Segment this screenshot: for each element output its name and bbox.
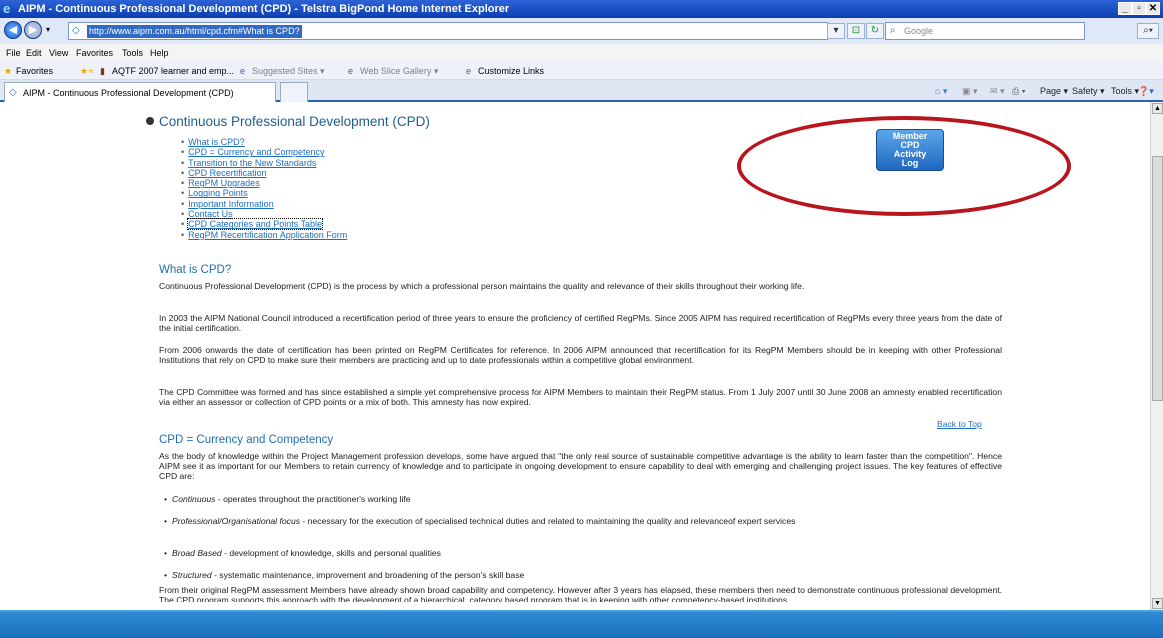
web-slice-icon: e: [348, 66, 354, 76]
list-item: Broad Based - development of knowledge, …: [164, 548, 1002, 558]
toc-item: RegPM Recertification Application Form: [188, 230, 347, 240]
title-bullet-icon: [146, 117, 154, 125]
toc-item: RegPM Upgrades: [188, 178, 347, 188]
browser-window: e AIPM - Continuous Professional Develop…: [0, 0, 1163, 638]
close-button[interactable]: ✕: [1146, 2, 1160, 15]
favorites-star-icon: ★: [4, 66, 13, 76]
help-icon[interactable]: ❓▾: [1138, 86, 1154, 97]
mail-icon[interactable]: ✉ ▾: [990, 86, 1005, 97]
address-bar[interactable]: ◇ http://www.aipm.com.au/html/cpd.cfm#Wh…: [68, 22, 828, 40]
highlight-ellipse: [737, 116, 1071, 216]
favorites-button[interactable]: Favorites: [16, 66, 53, 76]
favorite-aqtf[interactable]: AQTF 2007 learner and emp...: [112, 66, 234, 76]
back-to-top-link[interactable]: Back to Top: [937, 419, 982, 429]
add-favorite-icon[interactable]: ★+: [80, 66, 93, 77]
paragraph: From their original RegPM assessment Mem…: [159, 585, 1002, 602]
toc-item: CPD Categories and Points Table: [187, 218, 347, 231]
toc-link-currency[interactable]: CPD = Currency and Competency: [188, 147, 324, 157]
tools-menu[interactable]: Tools ▾: [1111, 86, 1139, 97]
paragraph: The CPD Committee was formed and has sin…: [159, 387, 1002, 407]
section-heading-currency: CPD = Currency and Competency: [159, 434, 334, 446]
favorite-customize-links[interactable]: Customize Links: [478, 66, 544, 76]
toc-link-recertification[interactable]: CPD Recertification: [188, 168, 267, 178]
scroll-up-arrow[interactable]: ▲: [1152, 103, 1163, 114]
scroll-down-arrow[interactable]: ▼: [1152, 598, 1163, 609]
scroll-thumb[interactable]: [1152, 156, 1163, 401]
refresh-button[interactable]: ↻: [866, 23, 884, 39]
safety-menu[interactable]: Safety ▾: [1072, 86, 1105, 97]
section-heading-what-is-cpd: What is CPD?: [159, 264, 232, 276]
toc-item: Transition to the New Standards: [188, 158, 347, 168]
list-item: Professional/Organisational focus - nece…: [164, 516, 1002, 526]
list-item: Structured - systematic maintenance, imp…: [164, 570, 1002, 580]
paragraph: From 2006 onwards the date of certificat…: [159, 345, 1002, 365]
toc-link-application-form[interactable]: RegPM Recertification Application Form: [188, 230, 347, 240]
window-title: AIPM - Continuous Professional Developme…: [18, 3, 510, 15]
ie-icon: e: [240, 66, 246, 76]
table-of-contents: What is CPD? CPD = Currency and Competen…: [187, 137, 347, 240]
menu-help[interactable]: Help: [150, 48, 169, 58]
toc-link-upgrades[interactable]: RegPM Upgrades: [188, 178, 260, 188]
toc-item: Contact Us: [188, 209, 347, 219]
toc-link-what-is-cpd[interactable]: What is CPD?: [188, 137, 245, 147]
page-content: Continuous Professional Development (CPD…: [0, 102, 1150, 602]
home-icon[interactable]: ⌂ ▾: [935, 86, 947, 97]
toc-item: CPD = Currency and Competency: [188, 147, 347, 157]
menu-tools[interactable]: Tools: [122, 48, 143, 58]
paragraph: Continuous Professional Development (CPD…: [159, 281, 805, 291]
forward-button[interactable]: ▶: [24, 21, 42, 39]
compatibility-icon[interactable]: ⊡: [847, 23, 865, 39]
tab-row: ◇ AIPM - Continuous Professional Develop…: [0, 80, 1163, 102]
toc-item: Logging Points: [188, 188, 347, 198]
title-bar: e AIPM - Continuous Professional Develop…: [0, 0, 1163, 18]
favorite-web-slice-gallery[interactable]: Web Slice Gallery ▾: [360, 66, 438, 77]
page-menu[interactable]: Page ▾: [1040, 86, 1068, 97]
list-item: Continuous - operates throughout the pra…: [164, 494, 1002, 504]
menu-file[interactable]: File: [6, 48, 21, 58]
print-icon[interactable]: ⎙ ▾: [1012, 86, 1025, 97]
address-dropdown-button[interactable]: ▾: [827, 23, 845, 39]
favorite-suggested-sites[interactable]: Suggested Sites ▾: [252, 66, 325, 77]
tab-label: AIPM - Continuous Professional Developme…: [23, 88, 234, 98]
ie-icon: e: [3, 1, 11, 16]
back-button[interactable]: ◀: [4, 21, 22, 39]
search-placeholder: Google: [904, 26, 934, 36]
maximize-button[interactable]: ▫: [1132, 2, 1146, 15]
paragraph: In 2003 the AIPM National Council introd…: [159, 313, 1002, 333]
toc-link-categories-table[interactable]: CPD Categories and Points Table: [187, 218, 324, 231]
page-title: Continuous Professional Development (CPD…: [146, 114, 430, 129]
toc-link-logging-points[interactable]: Logging Points: [188, 188, 248, 198]
menu-view[interactable]: View: [49, 48, 68, 58]
document-icon: ▮: [100, 66, 105, 76]
tab-aipm[interactable]: ◇ AIPM - Continuous Professional Develop…: [4, 82, 276, 102]
toc-link-transition[interactable]: Transition to the New Standards: [188, 158, 316, 168]
toc-item: Important Information: [188, 199, 347, 209]
address-row: ◀ ▶ ▾ ◇ http://www.aipm.com.au/html/cpd.…: [0, 18, 1163, 44]
history-dropdown-icon[interactable]: ▾: [46, 25, 50, 34]
paragraph: As the body of knowledge within the Proj…: [159, 451, 1002, 481]
search-provider-icon: ⌕: [890, 25, 896, 36]
link-icon: e: [466, 66, 472, 76]
bottom-overlay-band: [0, 610, 1163, 638]
menu-bar: File Edit View Favorites Tools Help: [0, 44, 1163, 62]
page-icon: ◇: [9, 87, 17, 98]
feeds-icon[interactable]: ▣ ▾: [962, 86, 978, 97]
toc-item: CPD Recertification: [188, 168, 347, 178]
page-icon: ◇: [72, 25, 80, 36]
address-url[interactable]: http://www.aipm.com.au/html/cpd.cfm#What…: [87, 25, 302, 38]
toc-item: What is CPD?: [188, 137, 347, 147]
vertical-scrollbar[interactable]: ▲ ▼: [1150, 102, 1163, 610]
minimize-button[interactable]: _: [1118, 2, 1132, 15]
favorites-bar: ★ Favorites ★+ ▮ AQTF 2007 learner and e…: [0, 62, 1163, 80]
search-input[interactable]: ⌕ Google: [885, 22, 1085, 40]
menu-favorites[interactable]: Favorites: [76, 48, 113, 58]
new-tab-button[interactable]: [280, 82, 308, 102]
toc-link-important-info[interactable]: Important Information: [188, 199, 274, 209]
search-button[interactable]: ⌕▾: [1137, 23, 1159, 39]
menu-edit[interactable]: Edit: [26, 48, 42, 58]
toc-link-contact-us[interactable]: Contact Us: [188, 209, 233, 219]
